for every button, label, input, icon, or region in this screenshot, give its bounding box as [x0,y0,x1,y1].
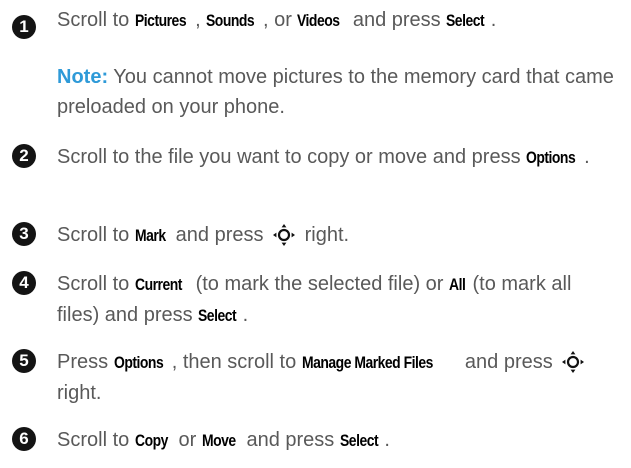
step-number-badge: 1 [12,15,36,39]
ui-key-label: Select [446,11,485,30]
ui-key-label: Copy [134,431,168,450]
ui-key-label: Move [201,431,236,450]
step-number-badge: 3 [12,222,36,246]
note: Note: You cannot move pictures to the me… [57,62,617,122]
step-text: Scroll to Current (to mark the selected … [57,269,617,331]
step-text: Scroll to Pictures, Sounds, or Videos an… [57,5,617,36]
ui-key-label: All [449,275,466,294]
ui-key-label: Select [339,431,379,450]
ui-key-label: Options [113,353,164,372]
ui-key-label: Select [198,306,237,325]
ui-key-label: Mark [134,226,166,245]
ui-key-label: Current [134,275,182,294]
ui-key-label: Sounds [206,11,255,30]
note-label: Note: [57,66,109,88]
step-text: Press Options, then scroll to Manage Mar… [57,347,617,408]
nav-key-icon [562,351,585,373]
step-number-badge: 5 [12,349,36,373]
step-text: Scroll to the file you want to copy or m… [57,142,617,173]
step-number-badge: 2 [12,144,36,168]
step-text: Scroll to Copy or Move and press Select. [57,425,617,456]
ui-key-label: Manage Marked Files [301,353,433,372]
nav-key-icon [273,224,296,246]
step-text: Scroll to Mark and press right. [57,220,617,251]
ui-key-label: Pictures [134,11,187,30]
ui-key-label: Videos [297,11,340,30]
ui-key-label: Options [526,148,576,167]
step-number-badge: 4 [12,271,36,295]
step-number-badge: 6 [12,427,36,451]
note-text: You cannot move pictures to the memory c… [57,66,614,118]
